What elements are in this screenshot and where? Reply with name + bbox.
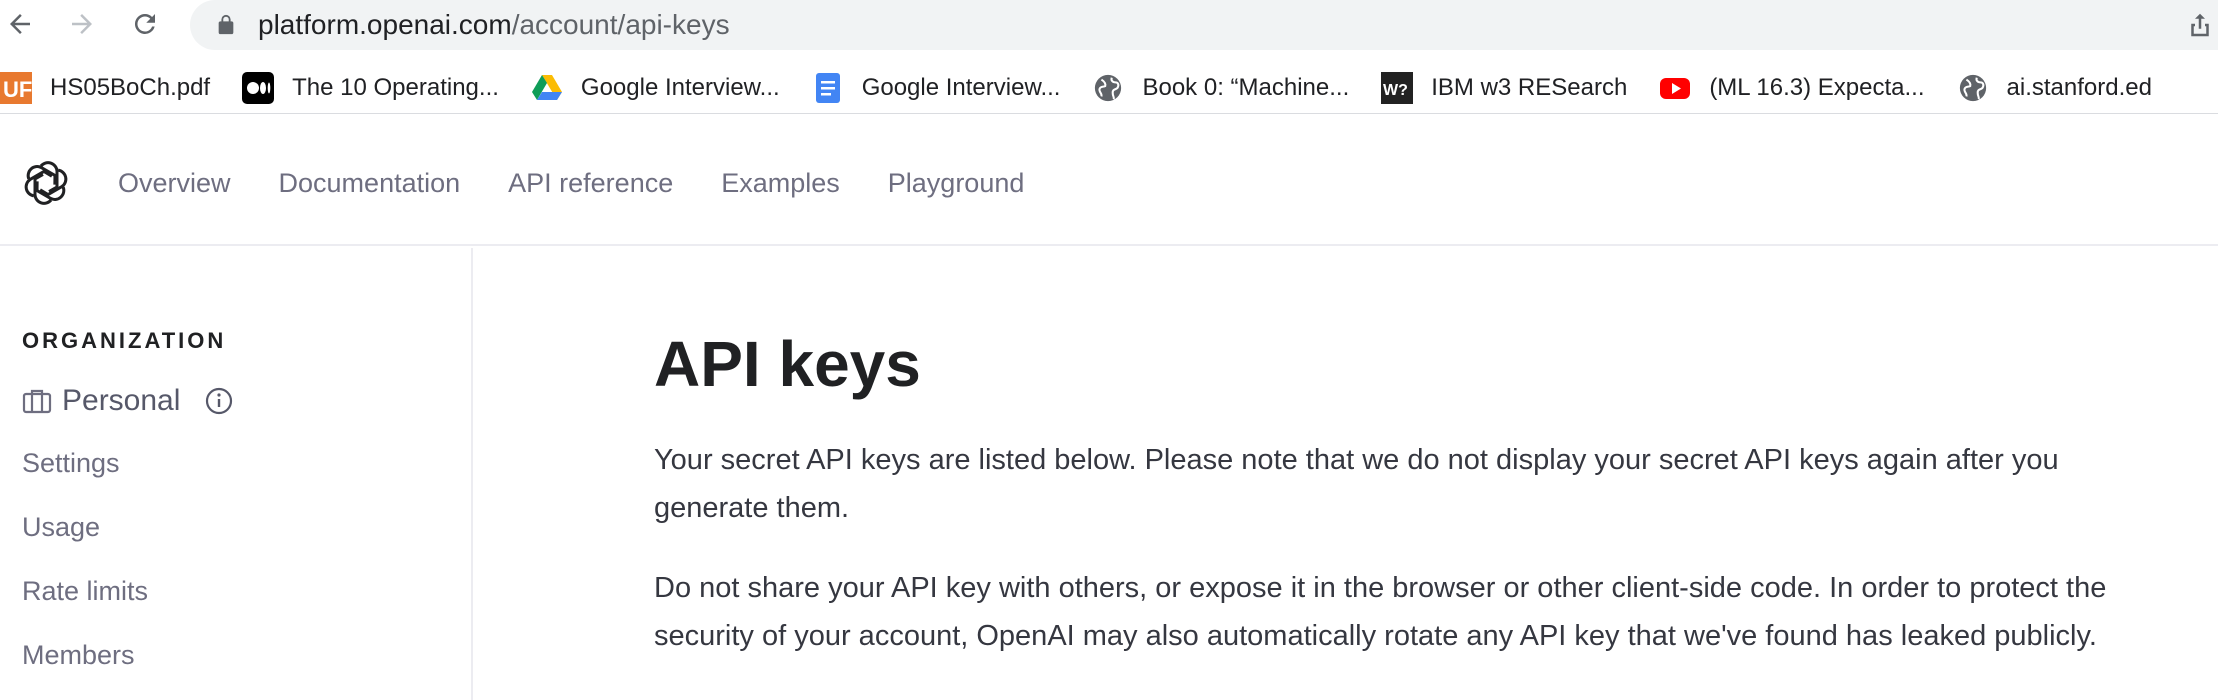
share-icon[interactable] (2185, 10, 2215, 40)
site-header: Overview Documentation API reference Exa… (0, 126, 2218, 246)
bookmark-label: The 10 Operating... (292, 73, 499, 101)
bookmark-item[interactable]: The 10 Operating... (242, 62, 499, 113)
wp-icon: W? (1381, 71, 1414, 104)
url-path: /account/api-keys (511, 9, 730, 40)
openai-logo-icon[interactable] (22, 159, 70, 207)
main-content: API keys Your secret API keys are listed… (475, 248, 2218, 700)
organization-heading: ORGANIZATION (22, 328, 227, 353)
sidebar-item-members[interactable]: Members (22, 640, 135, 671)
organization-name: Personal (62, 384, 181, 417)
google-drive-icon (531, 72, 563, 104)
top-nav: Overview Documentation API reference Exa… (118, 166, 1024, 200)
bookmark-label: ai.stanford.ed (2006, 73, 2152, 101)
sidebar: ORGANIZATION Personal Settings Usage Rat… (0, 248, 473, 700)
url-domain: platform.openai.com (258, 9, 512, 40)
page-title: API keys (654, 328, 921, 400)
nav-playground[interactable]: Playground (888, 166, 1025, 200)
intro-paragraph: Your secret API keys are listed below. P… (654, 444, 2059, 524)
browser-toolbar: platform.openai.com/account/api-keys (0, 0, 2218, 50)
reload-button[interactable] (127, 6, 163, 42)
organization-selector[interactable]: Personal (22, 384, 234, 418)
bookmark-label: Book 0: “Machine... (1142, 73, 1350, 101)
svg-text:W?: W? (1383, 82, 1408, 99)
security-paragraph: Do not share your API key with others, o… (654, 572, 2107, 652)
google-docs-icon (812, 72, 844, 104)
briefcase-icon (22, 389, 52, 414)
medium-icon (242, 71, 275, 104)
reload-icon (134, 13, 155, 34)
nav-documentation[interactable]: Documentation (279, 166, 461, 200)
nav-overview[interactable]: Overview (118, 166, 231, 200)
globe-icon (1092, 72, 1124, 104)
bookmark-item[interactable]: Book 0: “Machine... (1092, 62, 1350, 113)
youtube-icon (1659, 72, 1691, 104)
sidebar-item-usage[interactable]: Usage (22, 512, 100, 543)
bookmark-label: Google Interview... (861, 73, 1061, 101)
bookmark-item[interactable]: (ML 16.3) Expecta... (1659, 62, 1925, 113)
bookmark-label: IBM w3 RESearch (1431, 73, 1628, 101)
url-text: platform.openai.com/account/api-keys (258, 9, 730, 41)
bookmark-item[interactable]: ai.stanford.ed (1957, 62, 2152, 113)
arrow-right-icon (72, 14, 92, 34)
bookmark-item[interactable]: W? IBM w3 RESearch (1381, 62, 1628, 113)
bookmark-label: HS05BoCh.pdf (50, 73, 211, 101)
bookmark-item[interactable]: Google Interview... (531, 62, 780, 113)
nav-examples[interactable]: Examples (721, 166, 840, 200)
sidebar-item-rate-limits[interactable]: Rate limits (22, 576, 148, 607)
bookmark-item[interactable]: UF HS05BoCh.pdf (0, 62, 211, 113)
nav-api-reference[interactable]: API reference (508, 166, 673, 200)
bookmark-item[interactable]: Google Interview... (812, 62, 1061, 113)
sidebar-item-settings[interactable]: Settings (22, 448, 120, 479)
globe-icon (1957, 72, 1989, 104)
bookmarks-bar: UF HS05BoCh.pdf The 10 Operating... Goog… (0, 62, 2218, 114)
forward-button[interactable] (64, 6, 100, 42)
bookmark-label: (ML 16.3) Expecta... (1709, 73, 1925, 101)
bookmark-label: Google Interview... (580, 73, 780, 101)
address-bar[interactable]: platform.openai.com/account/api-keys (190, 0, 2218, 50)
svg-text:UF: UF (3, 77, 32, 102)
back-button[interactable] (2, 6, 38, 42)
info-icon[interactable] (204, 386, 234, 416)
lock-icon (218, 14, 234, 35)
uf-icon: UF (0, 71, 32, 104)
arrow-left-icon (10, 14, 30, 34)
